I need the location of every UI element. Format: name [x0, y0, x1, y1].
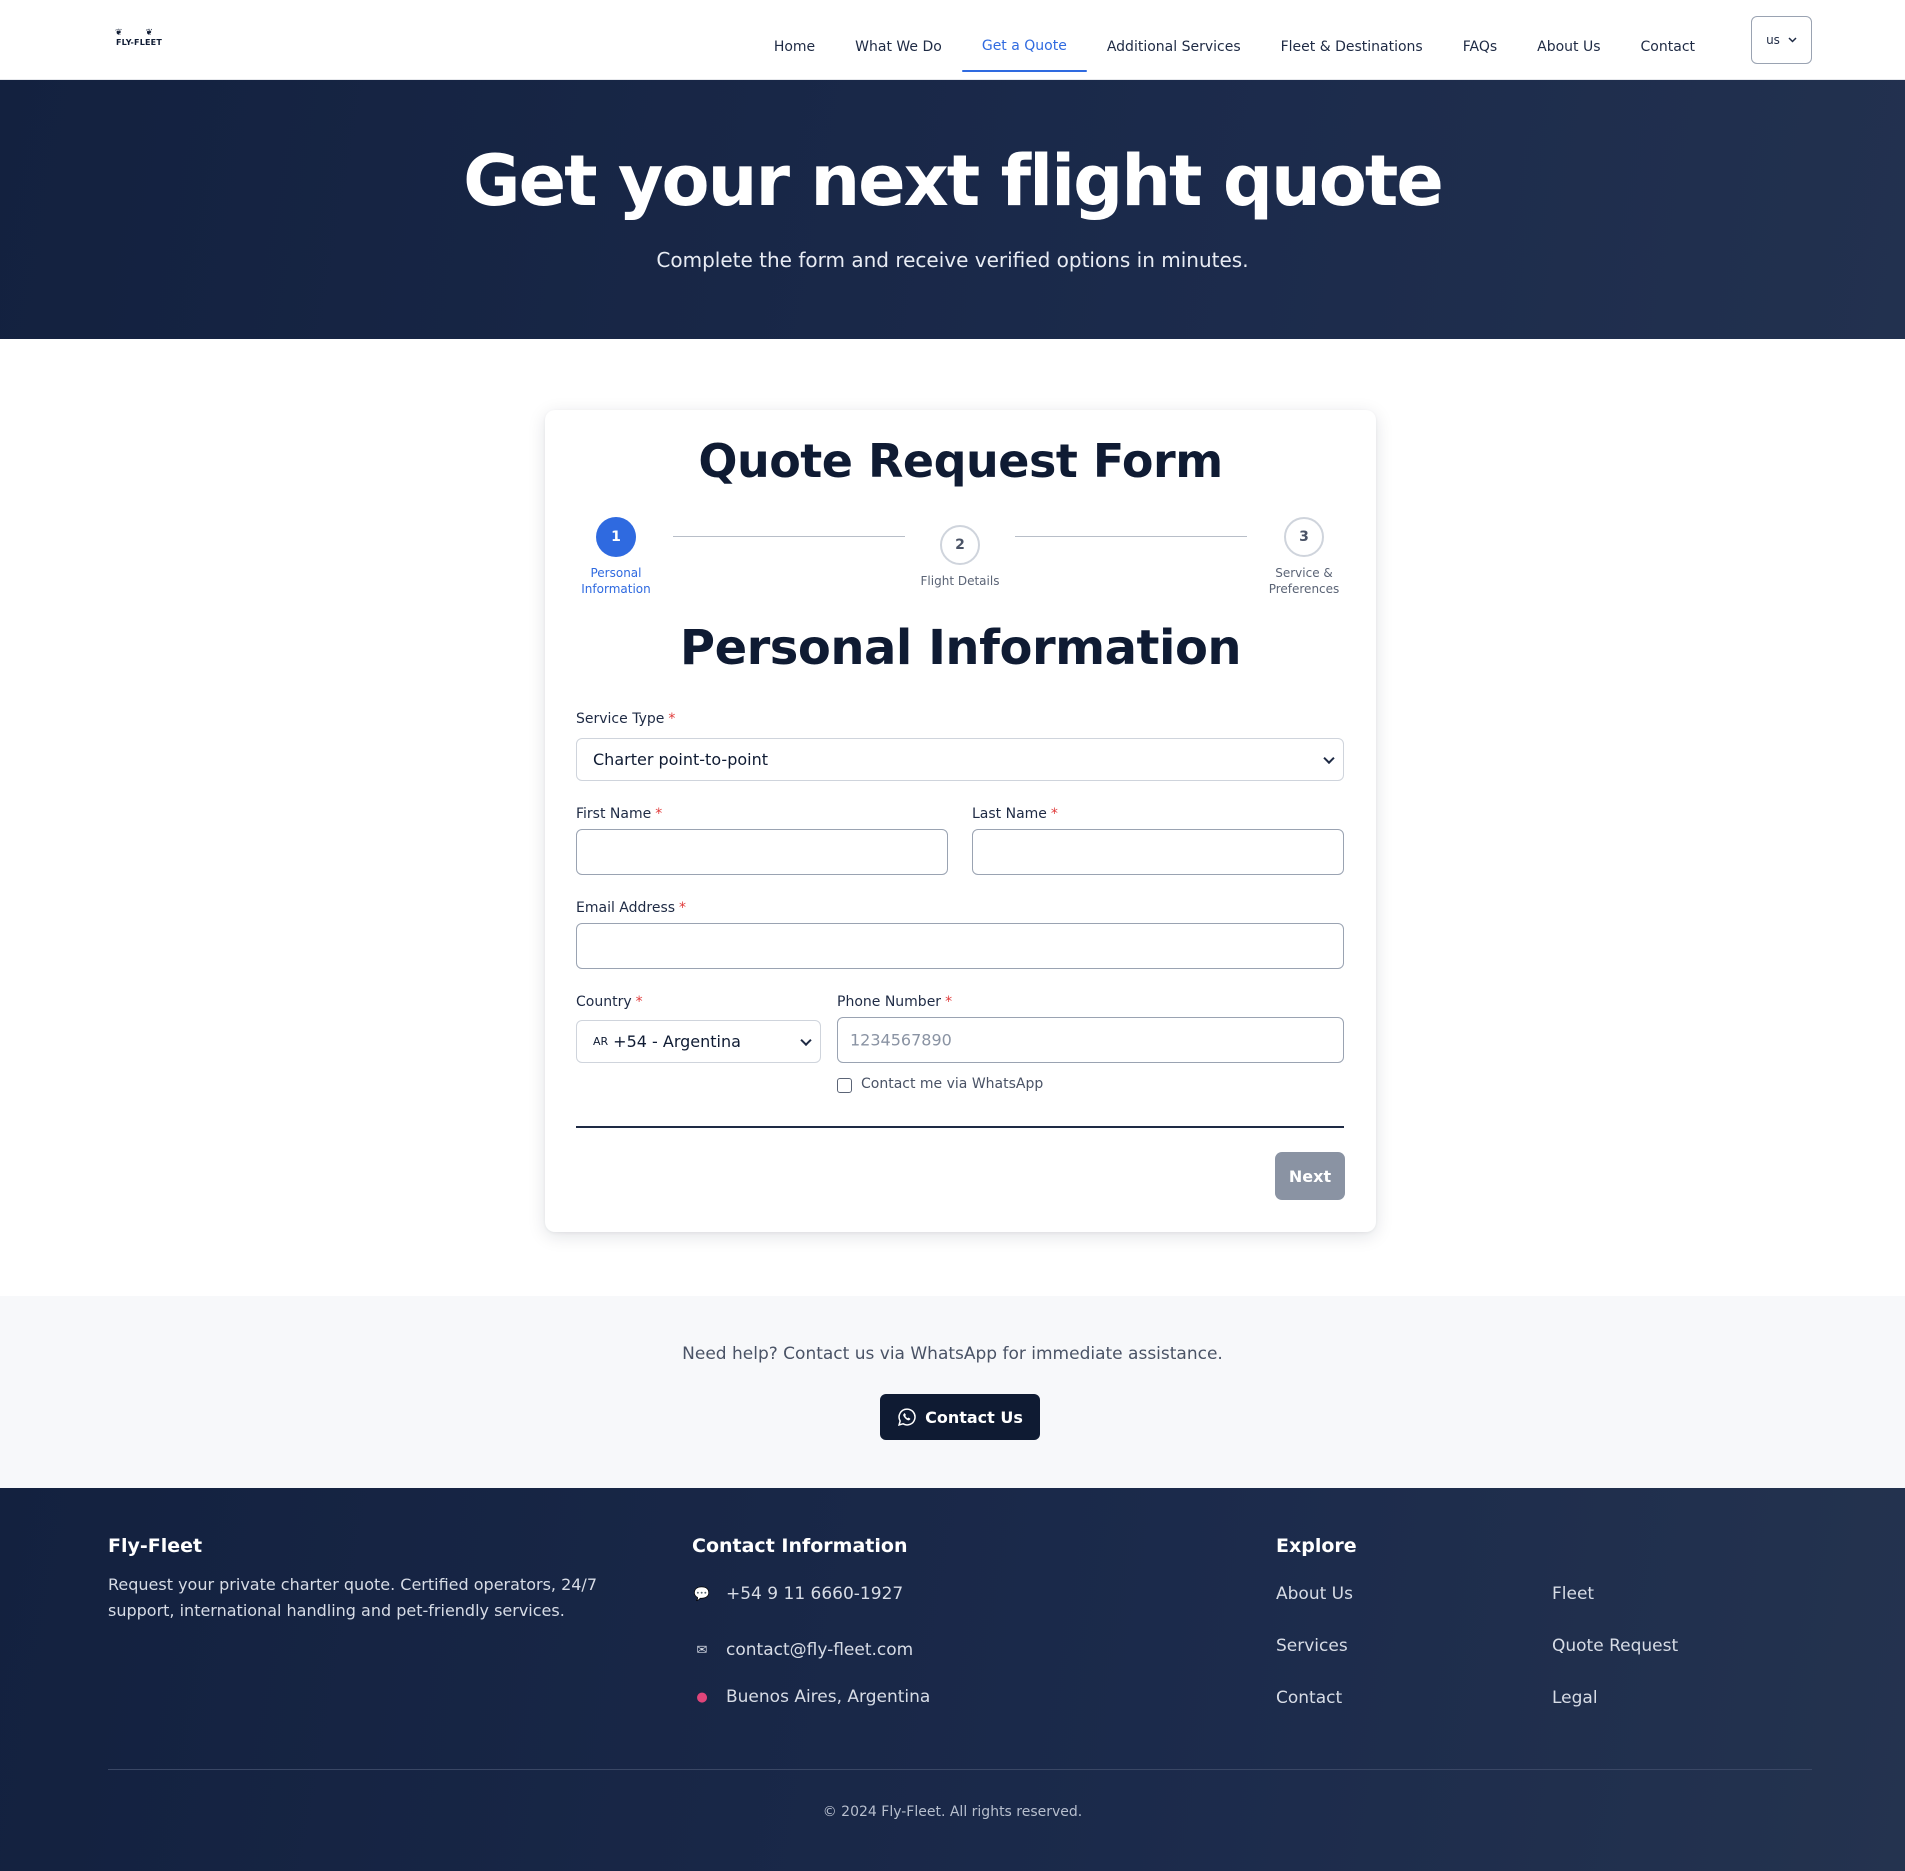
- first-name-label: First Name *: [576, 806, 662, 822]
- section-title: Personal Information: [679, 620, 1242, 676]
- last-name-label-text: Last Name: [972, 806, 1047, 822]
- step-1-label: Personal Information: [556, 565, 676, 597]
- whatsapp-checkbox-label: Contact me via WhatsApp: [861, 1076, 1044, 1092]
- step-2-indicator[interactable]: 2: [940, 525, 980, 565]
- country-label-text: Country: [576, 994, 632, 1010]
- chat-icon: 💬: [693, 1586, 711, 1602]
- nav-fleet-destinations[interactable]: Fleet & Destinations: [1261, 8, 1443, 72]
- hero-title: Get your next flight quote: [463, 140, 1444, 222]
- phone-label: Phone Number *: [837, 994, 952, 1010]
- first-name-label-text: First Name: [576, 806, 652, 822]
- step-1-label-line2: Information: [581, 582, 651, 596]
- country-label: Country *: [576, 994, 643, 1010]
- language-value: us: [1766, 33, 1780, 47]
- footer-link-legal[interactable]: Legal: [1552, 1688, 1598, 1708]
- service-type-value: Charter point-to-point: [593, 750, 768, 769]
- language-selector[interactable]: us: [1751, 16, 1812, 64]
- footer-explore-title: Explore: [1276, 1535, 1357, 1557]
- pin-icon: ●: [696, 1689, 708, 1705]
- whatsapp-icon: [898, 1408, 916, 1426]
- last-name-input[interactable]: [972, 829, 1344, 875]
- service-type-label-text: Service Type: [576, 711, 665, 727]
- copyright-text: © 2024 Fly-Fleet. All rights reserved.: [822, 1804, 1083, 1820]
- hero-banner: Get your next flight quote Complete the …: [0, 80, 1905, 339]
- footer-link-services[interactable]: Services: [1276, 1636, 1348, 1656]
- step-3-indicator[interactable]: 3: [1284, 517, 1324, 557]
- required-marker: *: [635, 994, 643, 1010]
- contact-us-label: Contact Us: [925, 1407, 1023, 1427]
- fly-fleet-logo[interactable]: ❦ ❦ FLY-FLEET: [113, 28, 165, 50]
- required-marker: *: [945, 994, 953, 1010]
- first-name-input[interactable]: [576, 829, 948, 875]
- nav-faqs[interactable]: FAQs: [1443, 8, 1517, 72]
- required-marker: *: [655, 806, 663, 822]
- footer-contact-title: Contact Information: [692, 1535, 908, 1557]
- footer-link-about-us[interactable]: About Us: [1276, 1584, 1353, 1604]
- footer-link-quote-request[interactable]: Quote Request: [1552, 1636, 1678, 1656]
- required-marker: *: [679, 900, 687, 916]
- footer-email[interactable]: ✉ contact@fly-fleet.com: [692, 1640, 914, 1660]
- last-name-label: Last Name *: [972, 806, 1058, 822]
- contact-us-button[interactable]: Contact Us: [880, 1394, 1040, 1440]
- nav-about-us[interactable]: About Us: [1517, 8, 1620, 72]
- nav-contact[interactable]: Contact: [1621, 8, 1715, 72]
- footer-email-text: contact@fly-fleet.com: [726, 1640, 914, 1660]
- service-type-select[interactable]: Charter point-to-point: [576, 738, 1344, 781]
- footer-brand-title: Fly-Fleet: [108, 1535, 203, 1557]
- footer-phone-text: +54 9 11 6660-1927: [726, 1584, 904, 1604]
- chevron-down-icon: [800, 1034, 812, 1046]
- step-1-indicator[interactable]: 1: [596, 517, 636, 557]
- phone-label-text: Phone Number: [837, 994, 942, 1010]
- footer-link-fleet[interactable]: Fleet: [1552, 1584, 1594, 1604]
- chevron-down-icon: [1788, 37, 1797, 43]
- chevron-down-icon: [1323, 752, 1335, 764]
- phone-input[interactable]: 1234567890: [837, 1017, 1344, 1063]
- step-3-label-line1: Service &: [1275, 566, 1333, 580]
- step-3-label: Service & Preferences: [1244, 565, 1364, 597]
- required-marker: *: [668, 711, 676, 727]
- footer-location: ● Buenos Aires, Argentina: [692, 1687, 930, 1707]
- top-navbar: ❦ ❦ FLY-FLEET Home What We Do Get a Quot…: [0, 0, 1905, 80]
- logo-wings-icon: ❦ ❦: [115, 28, 163, 38]
- nav-home[interactable]: Home: [754, 8, 835, 72]
- step-1-label-line1: Personal: [590, 566, 642, 580]
- required-marker: *: [1050, 806, 1058, 822]
- footer-link-contact[interactable]: Contact: [1276, 1688, 1342, 1708]
- nav-what-we-do[interactable]: What We Do: [835, 8, 962, 72]
- footer-divider: [108, 1769, 1812, 1770]
- phone-placeholder: 1234567890: [850, 1030, 952, 1050]
- service-type-label: Service Type *: [576, 711, 675, 727]
- email-input[interactable]: [576, 923, 1344, 969]
- site-footer: Fly-Fleet Request your private charter q…: [0, 1488, 1905, 1871]
- nav-get-a-quote[interactable]: Get a Quote: [961, 8, 1087, 72]
- stepper-connector: [1015, 536, 1247, 537]
- email-label: Email Address *: [576, 900, 686, 916]
- nav-additional-services[interactable]: Additional Services: [1087, 8, 1261, 72]
- logo-text: FLY-FLEET: [115, 38, 162, 47]
- step-3-label-line2: Preferences: [1268, 582, 1340, 596]
- next-button[interactable]: Next: [1275, 1152, 1345, 1200]
- country-select[interactable]: AR +54 - Argentina: [576, 1020, 821, 1063]
- form-title: Quote Request Form: [698, 434, 1223, 488]
- footer-description: Request your private charter quote. Cert…: [108, 1575, 597, 1620]
- stepper-connector: [673, 536, 905, 537]
- email-label-text: Email Address: [576, 900, 676, 916]
- step-2-label: Flight Details: [920, 574, 1000, 588]
- form-divider: [576, 1126, 1344, 1128]
- footer-location-text: Buenos Aires, Argentina: [726, 1687, 931, 1707]
- country-value: +54 - Argentina: [613, 1032, 741, 1051]
- main-nav: Home What We Do Get a Quote Additional S…: [754, 0, 1715, 80]
- footer-phone[interactable]: 💬 +54 9 11 6660-1927: [692, 1584, 903, 1604]
- whatsapp-checkbox[interactable]: [837, 1078, 852, 1093]
- help-text: Need help? Contact us via WhatsApp for i…: [682, 1344, 1223, 1364]
- country-code: AR: [593, 1035, 609, 1048]
- help-section: Need help? Contact us via WhatsApp for i…: [0, 1296, 1905, 1488]
- hero-subtitle: Complete the form and receive verified o…: [656, 248, 1249, 272]
- quote-form-card: Quote Request Form 1 Personal Informatio…: [545, 410, 1376, 1232]
- envelope-icon: ✉: [696, 1642, 708, 1658]
